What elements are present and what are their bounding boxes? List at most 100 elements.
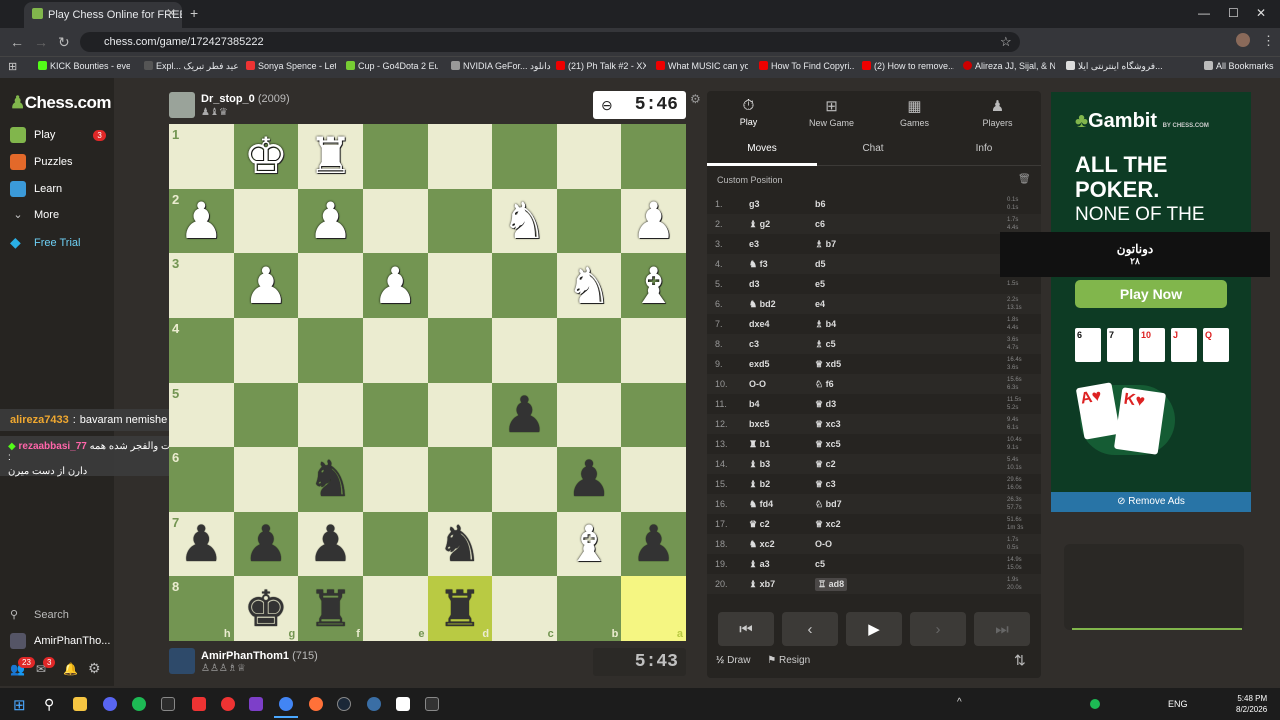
last-move-button[interactable]: ⏭ xyxy=(974,612,1030,646)
discord-icon[interactable] xyxy=(103,697,117,711)
first-move-button[interactable]: ⏮ xyxy=(718,612,774,646)
square-g2[interactable] xyxy=(233,188,299,254)
tab-games[interactable]: ▦ Games xyxy=(873,97,956,128)
square-c1[interactable] xyxy=(492,124,557,189)
square-e3[interactable]: ♟ xyxy=(362,253,428,318)
app-icon[interactable] xyxy=(161,697,175,711)
black-pawn-piece[interactable]: ♟ xyxy=(502,390,547,440)
black-rook-piece[interactable]: ♜ xyxy=(308,584,353,634)
square-h8[interactable]: 8h xyxy=(169,576,234,641)
square-d2[interactable] xyxy=(427,188,493,254)
square-h5[interactable]: 5 xyxy=(169,382,234,448)
black-king-piece[interactable]: ♚ xyxy=(244,584,289,634)
address-bar[interactable]: chess.com/game/172427385222 xyxy=(80,32,1020,52)
player-avatar[interactable] xyxy=(169,648,195,674)
square-g4[interactable] xyxy=(233,317,299,383)
white-pawn-piece[interactable]: ♟ xyxy=(179,196,224,246)
square-e7[interactable] xyxy=(362,511,428,577)
square-h4[interactable]: 4 xyxy=(169,317,234,383)
language-indicator[interactable]: ENG xyxy=(1168,699,1188,709)
square-f4[interactable] xyxy=(298,317,363,383)
board-settings-icon[interactable]: ⚙ xyxy=(690,92,701,106)
white-move[interactable]: ♝ xb7 xyxy=(749,579,775,590)
square-h1[interactable]: 1 xyxy=(169,124,234,189)
black-move[interactable]: ♗ b4 xyxy=(815,319,836,330)
black-move[interactable]: ♕ xc2 xyxy=(815,519,841,530)
square-c8[interactable]: c xyxy=(492,576,557,641)
square-e8[interactable]: e xyxy=(362,576,428,641)
black-pawn-piece[interactable]: ♟ xyxy=(244,519,289,569)
black-move[interactable]: ♕ c2 xyxy=(815,459,836,470)
square-d3[interactable] xyxy=(427,253,493,318)
back-icon[interactable]: ← xyxy=(10,34,24,50)
black-move[interactable]: ♘ f6 xyxy=(815,379,834,390)
firefox-icon[interactable] xyxy=(309,697,323,711)
black-move[interactable]: ♕ xc3 xyxy=(815,419,841,430)
bookmark-1[interactable]: KICK Bounties - eve... xyxy=(38,61,130,71)
tab-players[interactable]: ♟ Players xyxy=(956,97,1039,128)
white-move[interactable]: ♞ bd2 xyxy=(749,299,776,310)
bookmark-9[interactable]: (2) How to remove... xyxy=(862,61,954,71)
spotify-icon[interactable] xyxy=(132,697,146,711)
square-e6[interactable] xyxy=(362,447,428,512)
white-pawn-piece[interactable]: ♟ xyxy=(631,196,676,246)
resign-button[interactable]: ⚑ Resign xyxy=(767,655,810,666)
browser-tab[interactable]: Play Chess Online for FREE - 2 P xyxy=(24,2,182,28)
black-move[interactable]: e5 xyxy=(815,279,825,289)
square-g8[interactable]: g ♚ xyxy=(233,576,299,641)
apps-icon[interactable]: ⊞ xyxy=(8,60,17,73)
draw-button[interactable]: ½ Draw xyxy=(716,655,750,666)
white-move[interactable]: bxc5 xyxy=(749,419,770,429)
square-g3[interactable]: ♟ xyxy=(233,253,299,318)
app-icon[interactable] xyxy=(221,697,235,711)
white-move[interactable]: ♞ xc2 xyxy=(749,539,775,550)
black-move[interactable]: c6 xyxy=(815,219,825,229)
square-g1[interactable]: ♚ xyxy=(233,124,299,189)
square-c4[interactable] xyxy=(492,317,557,383)
white-bishop-piece[interactable]: ♝ xyxy=(631,261,676,311)
black-move[interactable]: ♕ xd5 xyxy=(815,359,841,370)
square-h2[interactable]: 2 ♟ xyxy=(169,188,234,254)
square-b8[interactable]: b xyxy=(556,576,622,641)
square-d4[interactable] xyxy=(427,317,493,383)
sidebar-item-puzzles[interactable]: Puzzles xyxy=(10,154,73,170)
square-b3[interactable]: ♞ xyxy=(556,253,622,318)
chrome-icon[interactable] xyxy=(279,697,293,711)
tab-chat[interactable]: Chat xyxy=(818,143,928,154)
sidebar-search[interactable]: ⚲ Search xyxy=(10,608,69,622)
tab-info[interactable]: Info xyxy=(929,143,1039,154)
white-pawn-piece[interactable]: ♟ xyxy=(308,196,353,246)
sidebar-user[interactable]: AmirPhanTho... xyxy=(10,633,110,649)
square-a7[interactable]: ♟ xyxy=(621,511,686,577)
white-move[interactable]: dxe4 xyxy=(749,319,770,329)
square-b1[interactable] xyxy=(556,124,622,189)
new-tab-icon[interactable]: + xyxy=(190,5,198,21)
bookmark-5[interactable]: NVIDIA GeFor... دانلود xyxy=(451,61,555,72)
white-knight-piece[interactable]: ♞ xyxy=(567,261,612,311)
square-f1[interactable]: ♜ xyxy=(298,124,363,189)
windows-start-icon[interactable]: ⊞ xyxy=(13,696,26,714)
tab-close-icon[interactable]: ✕ xyxy=(166,6,176,20)
bookmark-8[interactable]: How To Find Copyri... xyxy=(759,61,855,71)
square-d5[interactable] xyxy=(427,382,493,448)
menu-icon[interactable]: ⋮ xyxy=(1262,33,1275,49)
square-f2[interactable]: ♟ xyxy=(298,188,363,254)
square-c6[interactable] xyxy=(492,447,557,512)
chessboard[interactable]: 1 ♚ ♜ 2 ♟ ♟ ♞ ♟ 3 ♟ ♟ ♞ ♝ 4 5 ♟ 6 ♞ ♟ 7 ♟ ♟ ♟ ♞ ♝ ♟ 8 h g ♚ f ♜ e d ♜ c b a xyxy=(169,124,686,641)
square-c3[interactable] xyxy=(492,253,557,318)
bookmark-10[interactable]: Alireza JJ, Sijal, & N... xyxy=(963,61,1055,71)
black-knight-piece[interactable]: ♞ xyxy=(437,519,482,569)
play-now-button[interactable]: Play Now xyxy=(1075,280,1227,308)
square-e5[interactable] xyxy=(362,382,428,448)
black-move[interactable]: ♘ bd7 xyxy=(815,499,842,510)
close-window-icon[interactable]: ✕ xyxy=(1256,6,1266,20)
black-knight-piece[interactable]: ♞ xyxy=(308,454,353,504)
square-a6[interactable] xyxy=(621,447,686,512)
maximize-icon[interactable]: ☐ xyxy=(1228,6,1239,20)
bookmark-7[interactable]: What MUSIC can yo... xyxy=(656,61,748,71)
steam-icon[interactable] xyxy=(337,697,351,711)
square-c5[interactable]: ♟ xyxy=(492,382,557,448)
black-move[interactable]: ♕ c3 xyxy=(815,479,836,490)
square-h7[interactable]: 7 ♟ xyxy=(169,511,234,577)
black-move[interactable]: b6 xyxy=(815,199,826,209)
